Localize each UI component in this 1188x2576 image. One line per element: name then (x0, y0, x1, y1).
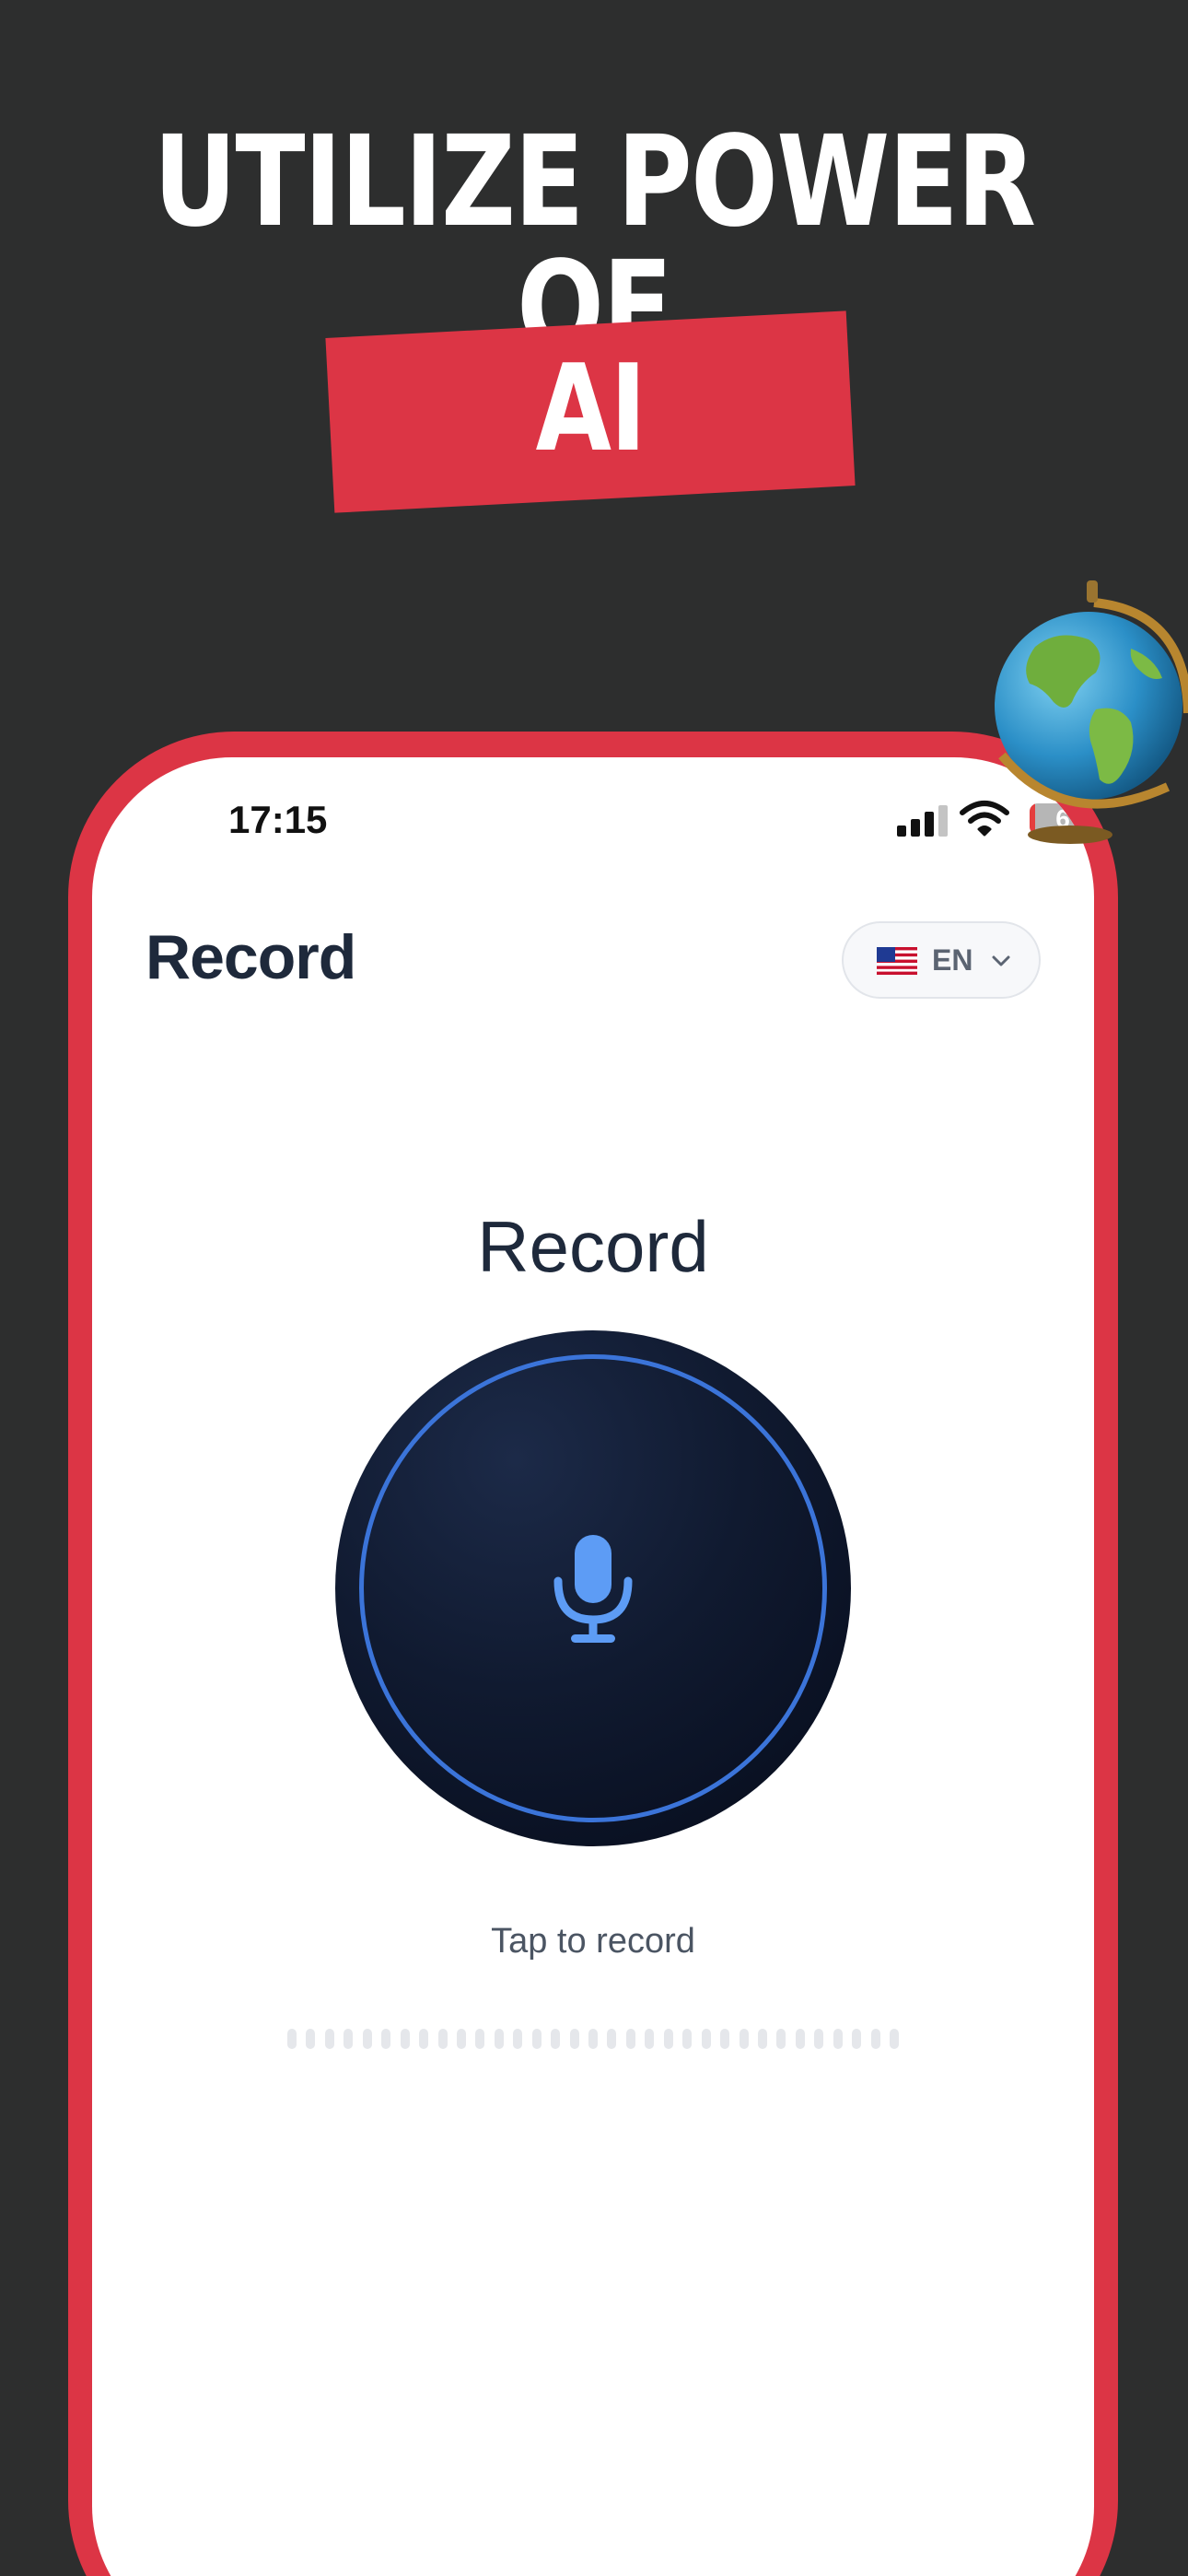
microphone-icon (553, 1535, 633, 1643)
us-flag-icon (877, 947, 917, 975)
phone-screen: 17:15 6 Record EN Record Tap to record (92, 757, 1094, 2576)
audio-waveform (287, 2029, 899, 2049)
status-time: 17:15 (228, 798, 328, 841)
cellular-signal-icon (897, 803, 952, 837)
language-code: EN (932, 943, 973, 977)
tap-to-record-hint: Tap to record (491, 1922, 695, 1961)
app-store-screenshot: UTILIZE POWER OF AI 17:15 6 Record EN Re… (0, 0, 1188, 2576)
globe-icon (995, 580, 1188, 844)
chevron-down-icon (992, 955, 1010, 966)
promo-highlight: AI (535, 338, 647, 478)
record-heading: Record (477, 1206, 709, 1287)
language-selector-button[interactable]: EN (842, 921, 1041, 999)
record-button[interactable] (335, 1330, 851, 1846)
page-title: Record (146, 922, 356, 992)
